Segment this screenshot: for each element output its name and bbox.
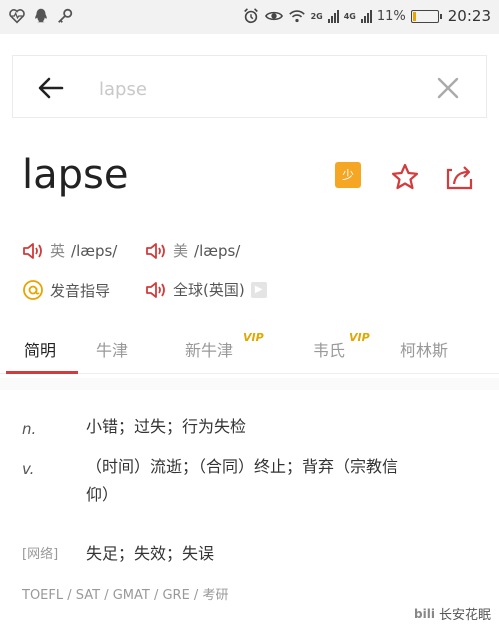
network-2g-label: 2G: [310, 11, 323, 21]
status-right-icons: 2G 4G 11% 20:23: [242, 7, 491, 25]
definition-text-line1: （时间）流逝；（合同）终止；背弃（宗教信: [86, 457, 399, 476]
pron-us-label: 美: [173, 242, 189, 260]
heart-monitor-icon: [9, 9, 25, 24]
definition-pos: v.: [22, 460, 35, 478]
battery-level-fill: [412, 11, 416, 21]
wifi-icon: [288, 10, 305, 23]
watermark: bili 长安花眠: [414, 604, 491, 624]
tab-collins[interactable]: 柯林斯: [400, 337, 448, 361]
web-definition: 失足；失效；失误: [86, 544, 215, 563]
back-arrow-icon[interactable]: [35, 72, 67, 104]
definition-text: 小错；过失；行为失检: [86, 417, 247, 436]
definition-text-line2: 仰）: [86, 485, 119, 504]
web-tag: [网络]: [22, 547, 59, 562]
speaker-icon[interactable]: [145, 280, 167, 300]
exam-tags: TOEFL / SAT / GMAT / GRE / 考研: [22, 588, 229, 603]
pron-uk-ipa: /læps/: [71, 241, 118, 260]
clear-search-icon[interactable]: [434, 74, 462, 102]
active-tab-indicator: [6, 371, 78, 374]
signal-icon: [327, 9, 339, 23]
watermark-text: 长安花眠: [438, 608, 491, 623]
pron-uk-label: 英: [50, 242, 66, 260]
alarm-icon: [243, 8, 258, 24]
status-bar: 2G 4G 11% 20:23: [0, 0, 499, 34]
tab-oxford[interactable]: 牛津: [96, 337, 128, 361]
pronunciation-guide-icon: [23, 280, 43, 300]
bilibili-logo-icon: bili: [414, 606, 435, 621]
share-icon[interactable]: [445, 162, 475, 192]
dictionary-tabs: 简明 牛津 新牛津 VIP 韦氏 VIP 柯林斯: [0, 325, 499, 374]
clock: 20:23: [447, 7, 491, 25]
tab-webster-label: 韦氏: [313, 341, 346, 360]
vip-badge: VIP: [349, 331, 370, 344]
tab-new-oxford[interactable]: 新牛津 VIP: [185, 331, 264, 361]
status-left-icons: [8, 7, 74, 25]
qq-icon: [35, 8, 47, 23]
eye-icon: [264, 11, 283, 21]
pron-guide[interactable]: 发音指导: [22, 279, 110, 301]
vip-badge: VIP: [243, 331, 264, 344]
pron-global-label: 全球(英国): [173, 281, 245, 299]
pron-uk[interactable]: 英/læps/: [22, 240, 117, 261]
pron-guide-label: 发音指导: [50, 281, 111, 300]
speaker-icon[interactable]: [22, 241, 44, 261]
notebook-badge-icon[interactable]: 少: [335, 162, 361, 188]
network-4g-label: 4G: [343, 11, 356, 21]
definition-pos: n.: [22, 420, 37, 438]
battery-icon: [410, 9, 442, 23]
pron-us[interactable]: 美/læps/: [145, 240, 240, 261]
speaker-icon[interactable]: [145, 241, 167, 261]
tab-new-oxford-label: 新牛津: [185, 341, 234, 360]
search-bar: [12, 55, 487, 118]
signal-4g-icon: [360, 9, 372, 23]
tab-webster[interactable]: 韦氏 VIP: [313, 331, 370, 361]
section-divider: [0, 378, 499, 390]
chevron-right-icon[interactable]: ▶: [250, 281, 267, 298]
search-input[interactable]: [99, 76, 399, 102]
pron-global[interactable]: 全球(英国) ▶: [145, 279, 267, 300]
headword: lapse: [22, 152, 129, 198]
pron-us-ipa: /læps/: [194, 241, 241, 260]
battery-percent: 11%: [376, 8, 406, 24]
key-icon: [58, 8, 73, 23]
star-icon[interactable]: [390, 162, 420, 192]
tab-concise[interactable]: 简明: [24, 337, 56, 361]
